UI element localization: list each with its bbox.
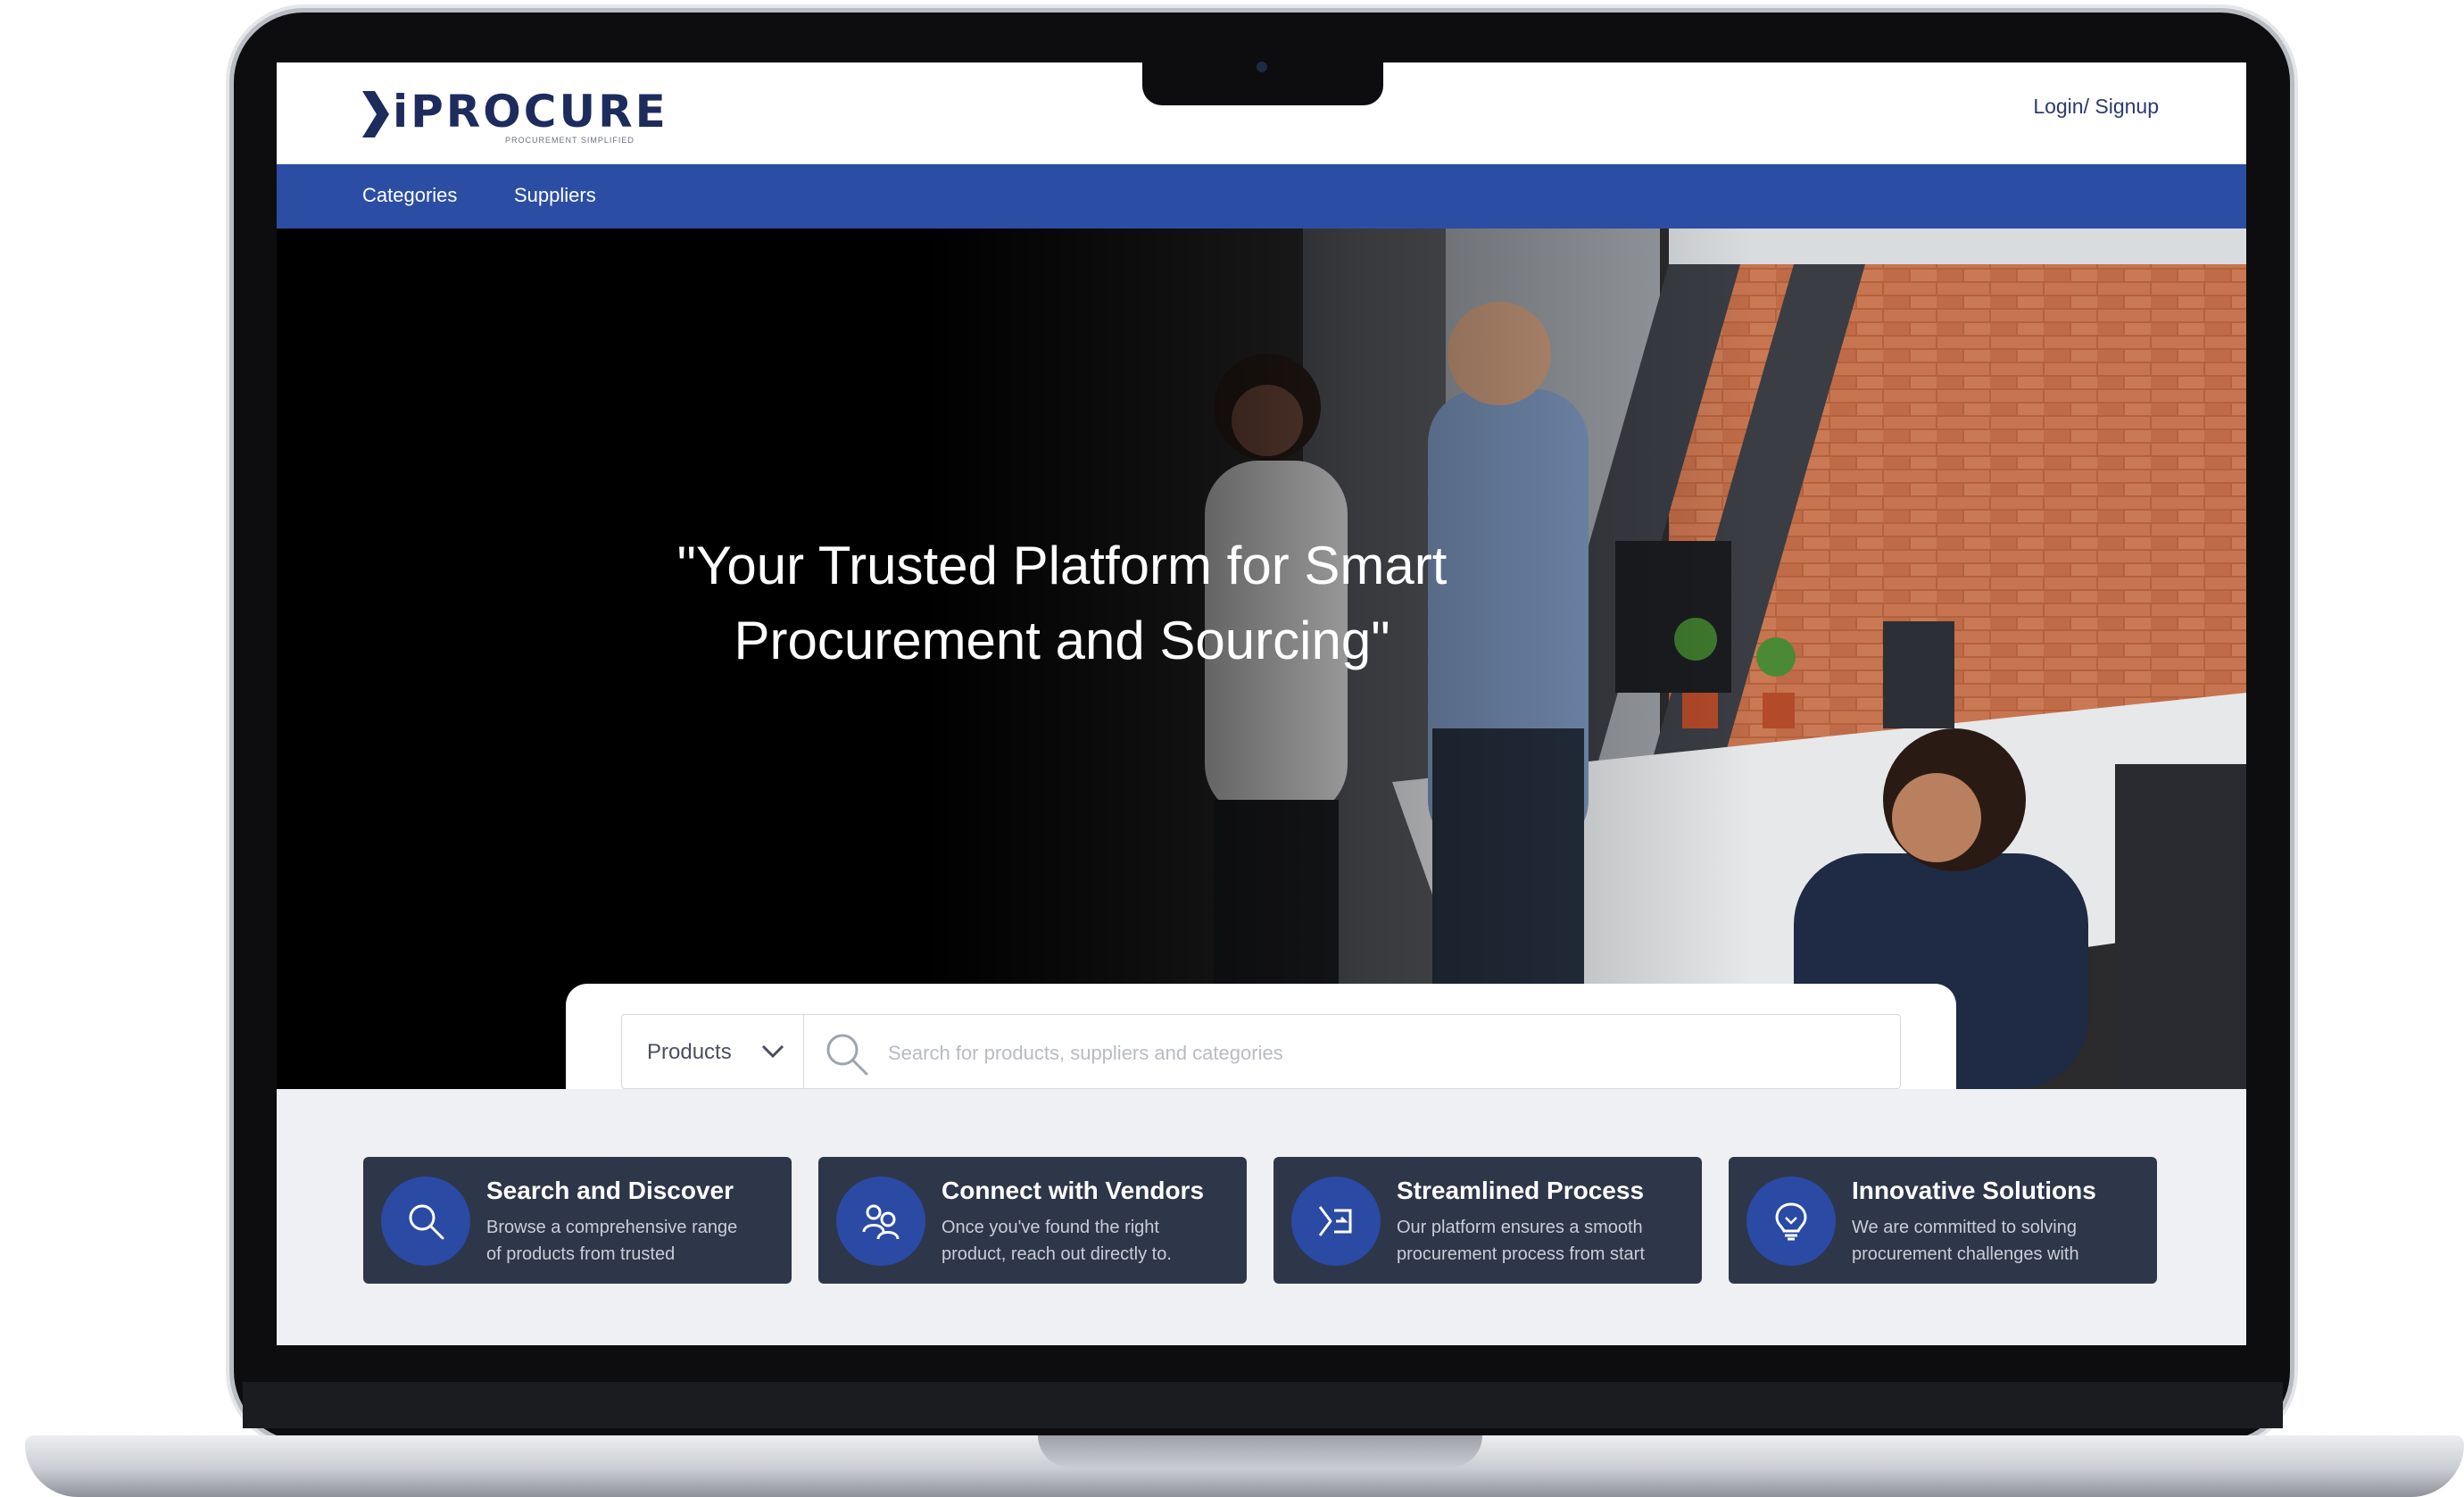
search-category-dropdown[interactable]: Products bbox=[621, 1014, 803, 1089]
feature-card-innovative-solutions[interactable]: Innovative Solutions We are committed to… bbox=[1729, 1157, 2157, 1284]
logo-tagline: PROCUREMENT SIMPLIFIED bbox=[505, 136, 635, 145]
feature-description: Browse a comprehensive range of products… bbox=[486, 1214, 781, 1268]
laptop-hinge bbox=[243, 1382, 2283, 1428]
feature-description-line: Our platform ensures a smooth bbox=[1397, 1218, 1643, 1237]
feature-icon-circle bbox=[1291, 1177, 1381, 1266]
feature-title: Search and Discover bbox=[486, 1177, 734, 1204]
search-panel: Products bbox=[566, 984, 1956, 1089]
feature-description: Our platform ensures a smooth procuremen… bbox=[1397, 1214, 1691, 1268]
process-icon bbox=[1318, 1206, 1352, 1236]
nav-item-suppliers[interactable]: Suppliers bbox=[514, 184, 596, 207]
chevron-down-icon bbox=[761, 1044, 784, 1059]
hero-headline-line-1: "Your Trusted Platform for Smart bbox=[676, 536, 1448, 595]
feature-description-line: product, reach out directly to. bbox=[942, 1244, 1172, 1264]
nav-item-categories[interactable]: Categories bbox=[362, 184, 457, 207]
feature-icon-circle bbox=[381, 1177, 470, 1266]
feature-card-connect-vendors[interactable]: Connect with Vendors Once you've found t… bbox=[818, 1157, 1247, 1284]
search-category-value: Products bbox=[647, 1040, 732, 1064]
logo-wordmark: iPROCURE bbox=[393, 86, 668, 137]
feature-description: Once you've found the right product, rea… bbox=[942, 1214, 1236, 1268]
hero-headline: "Your Trusted Platform for Smart Procure… bbox=[330, 528, 1794, 678]
search-input[interactable] bbox=[886, 1033, 1871, 1074]
chevron-logo-icon bbox=[362, 91, 389, 137]
feature-title: Streamlined Process bbox=[1397, 1177, 1645, 1204]
feature-description-line: procurement process from start bbox=[1397, 1244, 1645, 1264]
main-nav: Categories Suppliers bbox=[277, 164, 2246, 229]
browser-viewport: iPROCURE PROCUREMENT SIMPLIFIED Login/ S… bbox=[277, 62, 2246, 1345]
lightbulb-icon bbox=[1775, 1202, 1807, 1241]
feature-description-line: We are committed to solving bbox=[1852, 1218, 2077, 1237]
feature-card-search-discover[interactable]: Search and Discover Browse a comprehensi… bbox=[363, 1157, 792, 1284]
feature-description-line: of products from trusted bbox=[486, 1244, 676, 1264]
search-field[interactable] bbox=[803, 1014, 1901, 1089]
feature-description: We are committed to solving procurement … bbox=[1852, 1214, 2146, 1268]
feature-description-line: Once you've found the right bbox=[942, 1218, 1159, 1237]
people-icon bbox=[862, 1204, 900, 1240]
login-signup-link[interactable]: Login/ Signup bbox=[2033, 95, 2159, 119]
feature-title: Innovative Solutions bbox=[1852, 1177, 2096, 1204]
feature-description-line: procurement challenges with bbox=[1852, 1244, 2079, 1264]
feature-icon-circle bbox=[836, 1177, 925, 1266]
search-icon bbox=[409, 1204, 444, 1240]
hero-banner: "Your Trusted Platform for Smart Procure… bbox=[277, 229, 2246, 1089]
feature-icon-circle bbox=[1746, 1177, 1836, 1266]
feature-description-line: Browse a comprehensive range bbox=[486, 1218, 738, 1237]
site-logo[interactable]: iPROCURE PROCUREMENT SIMPLIFIED bbox=[362, 86, 666, 145]
hero-headline-line-2: Procurement and Sourcing" bbox=[734, 611, 1390, 670]
webcam-icon bbox=[1257, 62, 1267, 72]
features-section: Search and Discover Browse a comprehensi… bbox=[277, 1089, 2246, 1345]
feature-title: Connect with Vendors bbox=[942, 1177, 1205, 1204]
feature-card-streamlined-process[interactable]: Streamlined Process Our platform ensures… bbox=[1273, 1157, 1702, 1284]
laptop-base-notch bbox=[1038, 1435, 1482, 1468]
search-icon[interactable] bbox=[824, 1031, 870, 1077]
